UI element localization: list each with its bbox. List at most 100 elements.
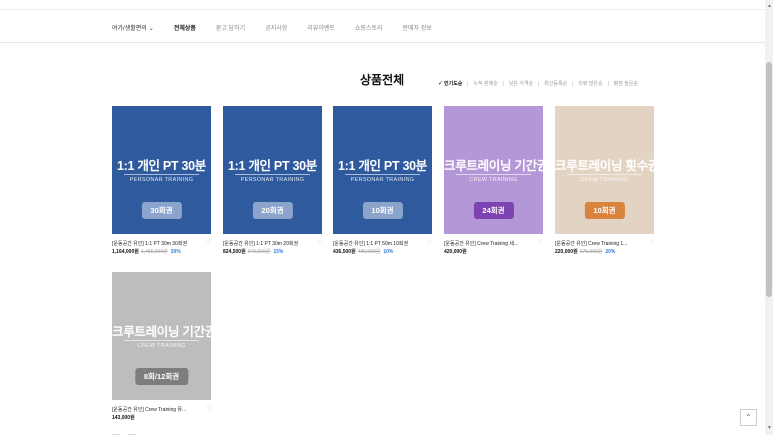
thumbnail-title: 1:1 개인 PT 30분 [228,159,317,173]
thumbnail-divider [124,174,199,175]
price-row: 420,000원 [444,248,543,255]
product-thumbnail[interactable]: 크루트레이닝 횟수권 CREW TRAINING 10회권 [555,106,654,234]
nav-item-label: 판매자 정보 [402,26,432,32]
scroll-down-arrow-icon[interactable]: ▼ [767,426,772,431]
thumbnail-subtitle: PERSONAR TRAINING [350,177,415,183]
product-card[interactable]: 1:1 개인 PT 30분 PERSONAR TRAINING 30회권 [운동… [112,106,211,255]
product-price: 220,000원 [555,249,578,255]
chevron-down-icon: ⌄ [148,26,154,32]
thumbnail-divider [124,340,199,341]
nav-item-label: 쇼핑스토리 [354,26,383,32]
thumbnail-divider [456,174,531,175]
heart-icon[interactable]: ♡ [427,240,432,246]
nav-item-2[interactable]: 묻고 답하기 [216,23,245,32]
store-nav: 여가/생활편의 ⌄ 전체상품 묻고 답하기 공지사항 리뷰이벤트 쇼핑스토리 판매자 정보 [0,10,765,43]
nav-item-3[interactable]: 공지사항 [265,23,287,32]
nav-item-label: 여가/생활편의 [112,26,147,32]
price-row: 824,500원 970,000원 15% [223,248,322,255]
product-thumbnail[interactable]: 1:1 개인 PT 30분 PERSONAR TRAINING 10회권 [333,106,432,234]
product-name[interactable]: [운동공간 유인] Crew Training 1... [555,240,643,247]
thumbnail-title: 크루트레이닝 횟수권 [555,159,654,173]
thumbnail-badge: 10회권 [584,202,625,219]
price-row: 1,164,000원 1,455,000원 20% [112,248,211,255]
price-row: 143,000원 [112,414,211,421]
nav-item-6[interactable]: 판매자 정보 [403,23,432,32]
thumbnail-title: 크루트레이닝 기간권 [112,325,211,339]
thumbnail-subtitle: CREW TRAINING [469,177,518,183]
product-name-row: [운동공간 유인] 1:1 PT 30m 20회권 ♡ [223,239,322,247]
heart-icon[interactable]: ♡ [317,240,322,246]
product-card[interactable]: 크루트레이닝 횟수권 CREW TRAINING 10회권 [운동공간 유인] … [555,106,654,255]
heart-icon[interactable]: ♡ [538,240,543,246]
product-thumbnail[interactable]: 1:1 개인 PT 30분 PERSONAR TRAINING 30회권 [112,106,211,234]
nav-item-4[interactable]: 리뷰이벤트 [307,23,335,32]
product-name-row: [운동공간 유인] 1:1 PT 30m 30회권 ♡ [112,239,211,247]
product-card[interactable]: 1:1 개인 PT 30분 PERSONAR TRAINING 10회권 [운동… [333,106,432,255]
product-name[interactable]: [운동공간 유인] Crew Training 세... [444,240,532,247]
product-thumbnail[interactable]: 크루트레이닝 기간권 CREW TRAINING 24회권 [444,106,543,234]
page-title: 상품전체 [360,73,405,87]
product-name-row: [운동공간 유인] Crew Training 세... ♡ [444,239,543,247]
discount-rate: 10% [383,249,394,255]
product-name[interactable]: [운동공간 유인] 1:1 PT 30m 20회권 [223,240,311,247]
heart-icon[interactable]: ♡ [649,240,654,246]
thumbnail-title: 1:1 개인 PT 30분 [338,159,427,173]
original-price: 275,000원 [579,249,603,255]
product-card[interactable]: 크루트레이닝 기간권 CREW TRAINING 8회/12회권 [운동공간 유… [112,272,211,435]
heart-icon[interactable]: ♡ [206,406,211,412]
nav-item-label: 리뷰이벤트 [307,26,335,32]
thumbnail-badge: 20회권 [252,202,293,219]
product-card[interactable]: 크루트레이닝 기간권 CREW TRAINING 24회권 [운동공간 유인] … [444,106,543,255]
product-name[interactable]: [운동공간 유인] 1:1 PT 30m 30회권 [112,240,200,247]
thumbnail-badge: 24회권 [473,202,514,219]
thumbnail-subtitle: PERSONAR TRAINING [240,177,305,183]
sort-options: ✓ 인기도순 누적 판매순 낮은 가격순 최신등록순 리뷰 많은순 평점 높은순 [438,80,638,87]
scrollbar[interactable]: ▲ ▼ [765,0,773,435]
thumbnail-divider [235,174,310,175]
product-price: 420,000원 [444,249,467,255]
price-row: 220,000원 275,000원 20% [555,248,654,255]
original-price: 970,000원 [247,249,271,255]
price-row: 436,500원 485,000원 10% [333,248,432,255]
thumbnail-subtitle: CREW TRAINING [137,343,186,349]
thumbnail-divider [345,174,420,175]
heart-icon[interactable]: ♡ [206,240,211,246]
scrollbar-thumb[interactable] [766,62,772,297]
scroll-to-top-button[interactable]: ⌃ [740,409,757,426]
thumbnail-badge: 10회권 [362,202,403,219]
sort-divider [467,81,469,86]
product-thumbnail[interactable]: 크루트레이닝 기간권 CREW TRAINING 8회/12회권 [112,272,211,400]
sort-divider [607,81,609,86]
product-price: 1,164,000원 [112,249,139,255]
sort-option-5[interactable]: 평점 높은순 [614,80,638,87]
sort-option-0[interactable]: 인기도순 [444,80,462,87]
thumbnail-divider [567,174,642,175]
thumbnail-subtitle: CREW TRAINING [580,177,629,183]
nav-item-0[interactable]: 여가/생활편의 ⌄ [112,23,154,32]
product-name[interactable]: [운동공간 유인] 1:1 PT 50m 10회권 [333,240,421,247]
discount-rate: 20% [170,249,181,255]
original-price: 485,000원 [357,249,381,255]
nav-item-1[interactable]: 전체상품 [174,23,196,32]
discount-rate: 20% [605,249,616,255]
nav-item-5[interactable]: 쇼핑스토리 [355,23,383,32]
thumbnail-subtitle: PERSONAR TRAINING [129,177,194,183]
product-price: 436,500원 [333,249,356,255]
product-thumbnail[interactable]: 1:1 개인 PT 30분 PERSONAR TRAINING 20회권 [223,106,322,234]
sort-option-1[interactable]: 누적 판매순 [473,80,497,87]
sort-divider [572,81,574,86]
sort-divider [502,81,504,86]
thumbnail-badge: 8회/12회권 [134,368,189,385]
nav-list: 여가/생활편의 ⌄ 전체상품 묻고 답하기 공지사항 리뷰이벤트 쇼핑스토리 판매자 정보 [112,23,452,32]
sort-option-3[interactable]: 최신등록순 [544,80,567,87]
product-card[interactable]: 1:1 개인 PT 30분 PERSONAR TRAINING 20회권 [운동… [223,106,322,255]
sort-option-4[interactable]: 리뷰 많은순 [578,80,602,87]
thumbnail-badge: 30회권 [141,202,182,219]
scroll-up-arrow-icon[interactable]: ▲ [767,4,772,9]
product-name-row: [운동공간 유인] 1:1 PT 50m 10회권 ♡ [333,239,432,247]
product-price: 143,000원 [112,415,135,421]
thumbnail-title: 크루트레이닝 기간권 [444,159,543,173]
top-strip [0,0,765,10]
product-name[interactable]: [운동공간 유인] Crew Training 뮤... [112,406,200,413]
sort-option-2[interactable]: 낮은 가격순 [509,80,533,87]
